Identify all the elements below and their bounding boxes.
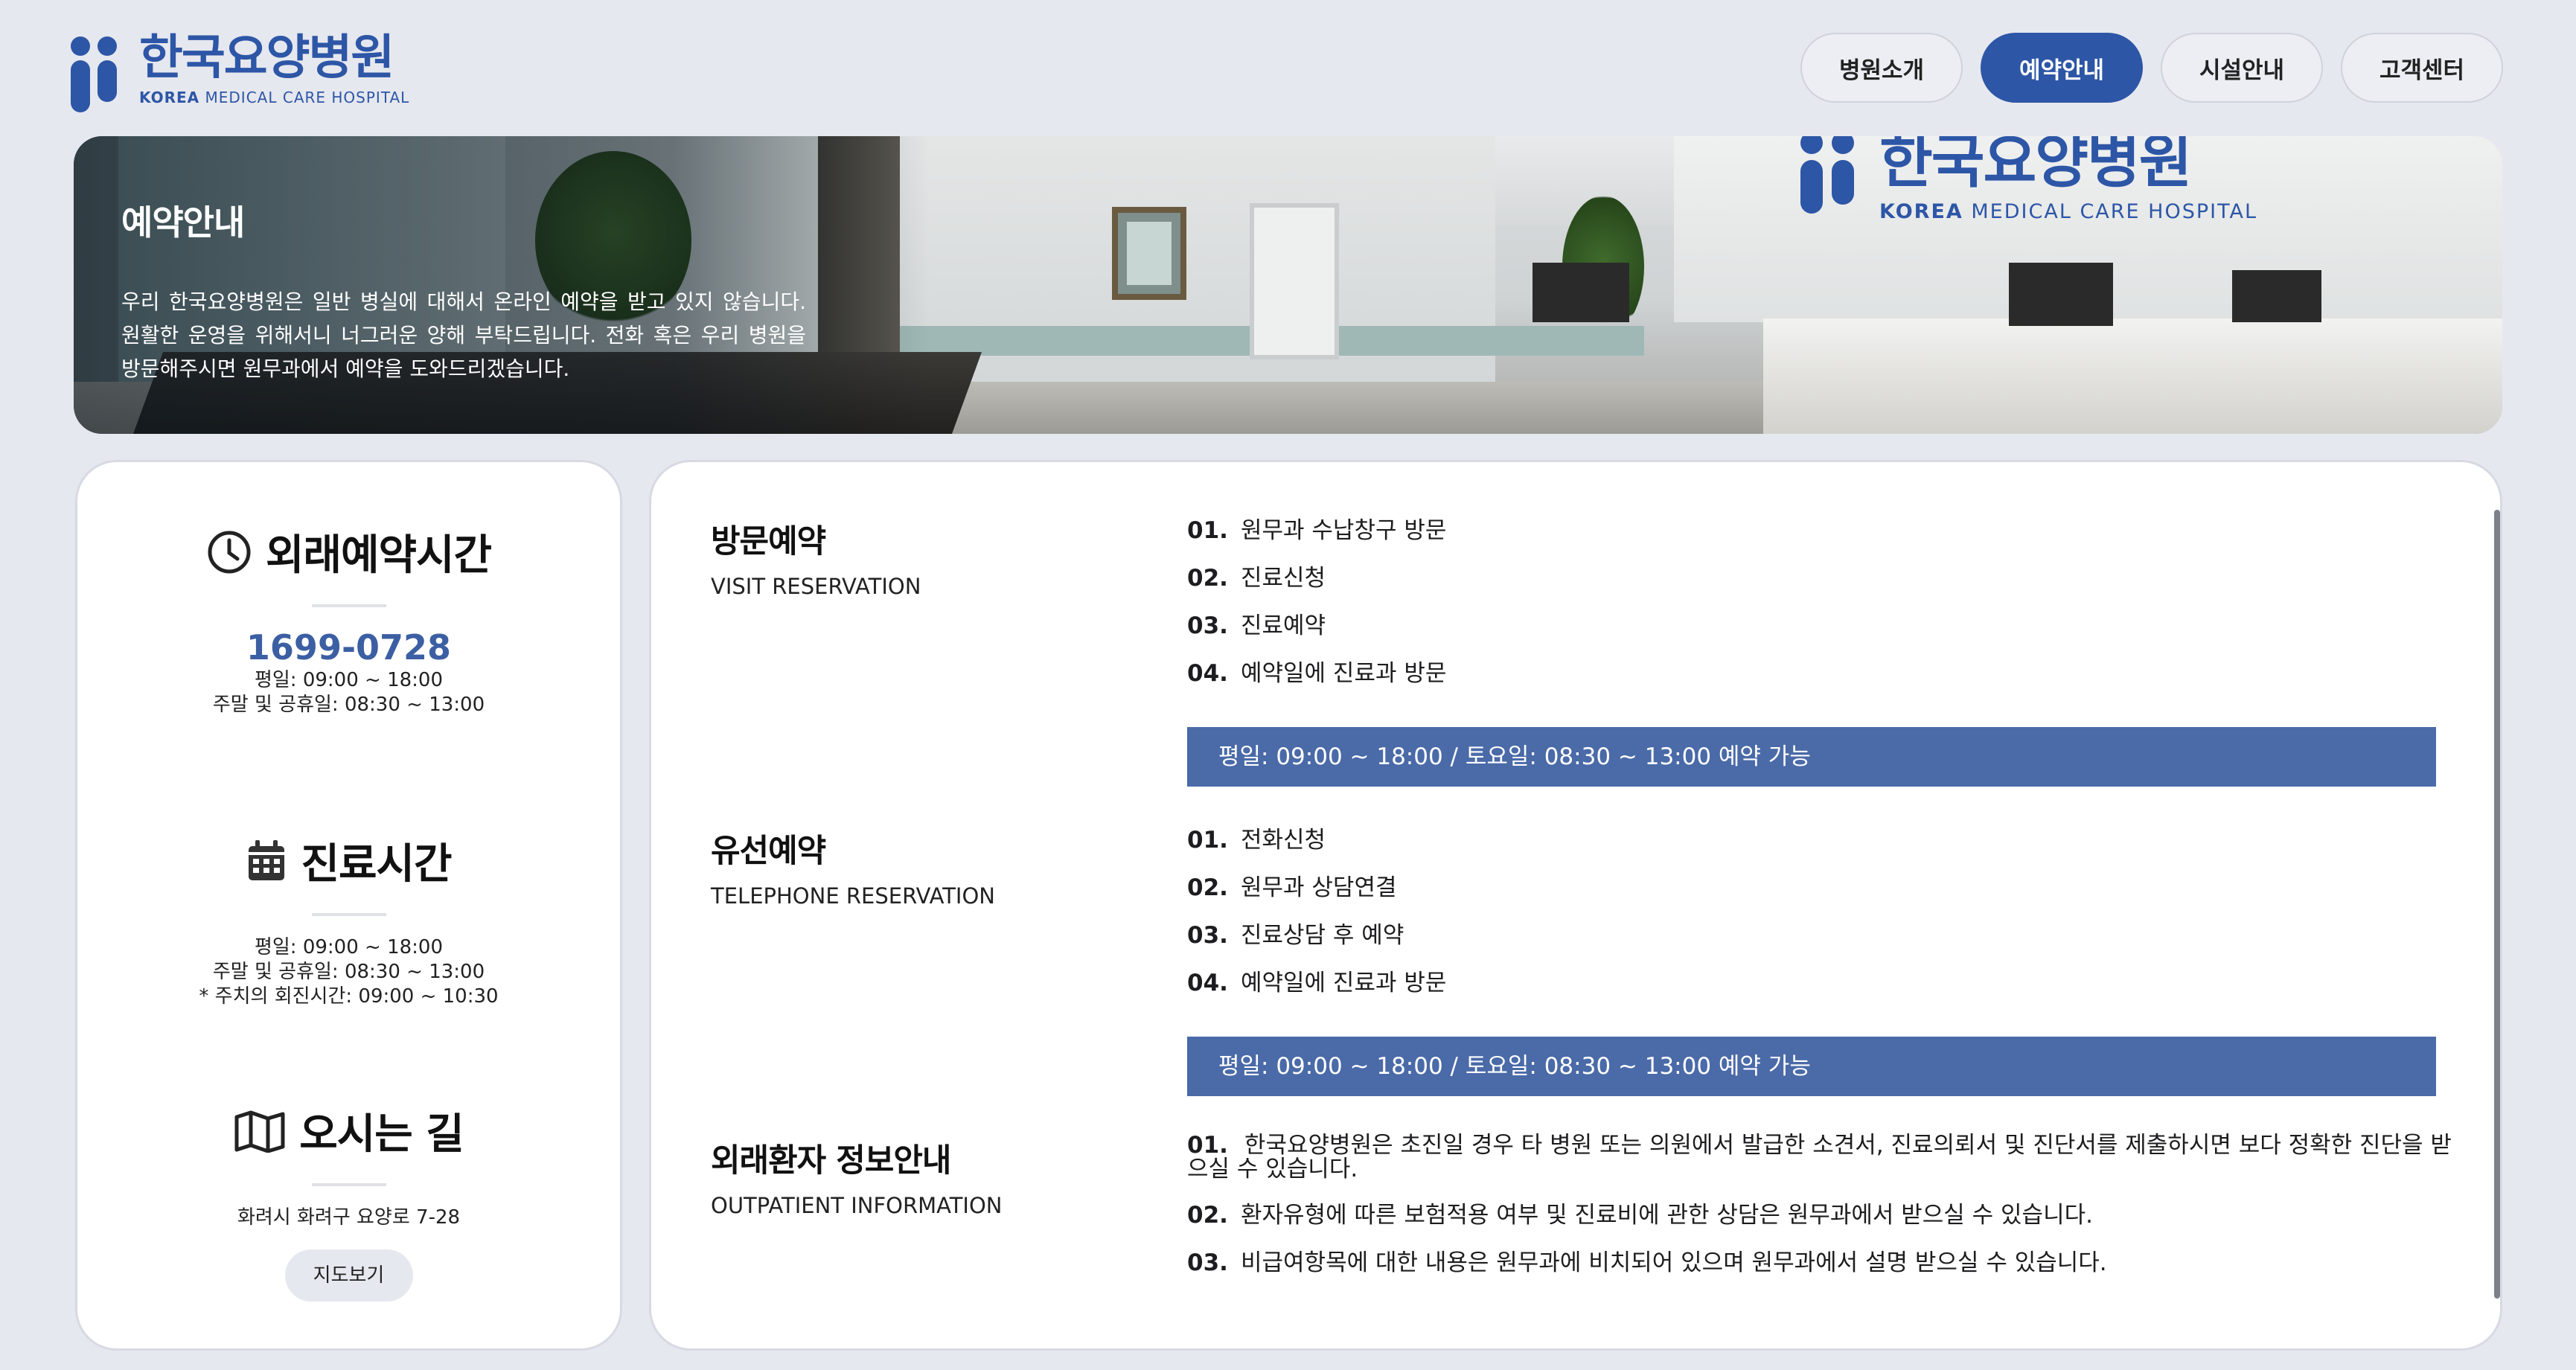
- list-item: 01. 원무과 수납창구 방문: [1187, 517, 1447, 544]
- directions-block: 오시는 길 화려시 화려구 요양로 7-28 지도보기: [77, 1101, 620, 1302]
- section-title: 외래환자 정보안내: [711, 1142, 951, 1179]
- step-list: 01. 원무과 수납창구 방문 02. 진료신청 03. 진료예약 04. 예약일에 진…: [1187, 517, 2452, 708]
- info-sidebar: 외래예약시간 1699-0728 평일: 09:00 ~ 18:00 주말 및 …: [75, 460, 622, 1351]
- list-item: 02. 환자유형에 따른 보험적용 여부 및 진료비에 관한 상담은 원무과에서 …: [1187, 1202, 2093, 1229]
- calendar-icon: [246, 839, 287, 883]
- hours-weekday: 평일: 09:00 ~ 18:00: [254, 669, 444, 691]
- banner-description: 우리 한국요양병원은 일반 병실에 대해서 온라인 예약을 받고 있지 않습니다…: [121, 289, 806, 381]
- clock-icon: [206, 529, 252, 575]
- availability-note: 평일: 09:00 ~ 18:00 / 토요일: 08:30 ~ 13:00 예…: [1187, 1037, 2436, 1096]
- info-list: 01. 한국요양병원은 초진일 경우 타 병원 또는 의원에서 발급한 소견서, …: [1187, 1133, 2452, 1297]
- view-map-button[interactable]: 지도보기: [284, 1249, 413, 1302]
- directions-title: 오시는 길: [299, 1110, 464, 1159]
- address: 화려시 화려구 요양로 7-28: [237, 1206, 461, 1229]
- banner-logo-mark-icon: [1800, 136, 1860, 214]
- list-item: 02. 원무과 상담연결: [1187, 874, 1397, 901]
- list-item: 03. 진료상담 후 예약: [1187, 922, 1404, 949]
- main-nav: 병원소개 예약안내 시설안내 고객센터: [1800, 33, 2503, 103]
- list-item: 04. 예약일에 진료과 방문: [1187, 970, 1447, 996]
- list-item: 01. 한국요양병원은 초진일 경우 타 병원 또는 의원에서 발급한 소견서, …: [1187, 1132, 2452, 1182]
- logo-name-en: KOREA MEDICAL CARE HOSPITAL: [139, 89, 410, 106]
- page-title: 예약안내: [121, 202, 245, 243]
- clinic-hours-weekend: 주말 및 공휴일: 08:30 ~ 13:00: [212, 961, 485, 983]
- outpatient-hours-block: 외래예약시간 1699-0728 평일: 09:00 ~ 18:00 주말 및 …: [77, 522, 620, 717]
- availability-note: 평일: 09:00 ~ 18:00 / 토요일: 08:30 ~ 13:00 예…: [1187, 727, 2436, 787]
- reservation-content: 방문예약 VISIT RESERVATION 01. 원무과 수납창구 방문 02…: [649, 460, 2502, 1351]
- clinic-hours-weekday: 평일: 09:00 ~ 18:00: [254, 936, 444, 958]
- nav-reservation[interactable]: 예약안내: [1981, 33, 2143, 103]
- clinic-hours-rounds: * 주치의 회진시간: 09:00 ~ 10:30: [199, 985, 499, 1008]
- hospital-logo[interactable]: 한국요양병원 KOREA MEDICAL CARE HOSPITAL: [71, 27, 410, 112]
- banner-logo-sign: 한국요양병원 KOREA MEDICAL CARE HOSPITAL: [1800, 136, 2257, 223]
- map-icon: [234, 1110, 286, 1153]
- scrollbar[interactable]: [2494, 510, 2500, 1299]
- list-item: 03. 진료예약: [1187, 612, 1326, 639]
- outpatient-hours-title: 외래예약시간: [265, 531, 492, 580]
- list-item: 01. 전화신청: [1187, 827, 1326, 854]
- section-subtitle: OUTPATIENT INFORMATION: [711, 1193, 1003, 1218]
- page: 한국요양병원 KOREA MEDICAL CARE HOSPITAL 병원소개 …: [0, 0, 2576, 1370]
- hours-weekend: 주말 및 공휴일: 08:30 ~ 13:00: [212, 694, 485, 716]
- nav-about[interactable]: 병원소개: [1800, 33, 1963, 103]
- divider: [311, 604, 386, 607]
- divider: [311, 1183, 386, 1186]
- logo-mark-icon: [71, 31, 123, 112]
- divider: [311, 913, 386, 916]
- clinic-hours-block: 진료시간 평일: 09:00 ~ 18:00 주말 및 공휴일: 08:30 ~…: [77, 830, 620, 1009]
- phone-number[interactable]: 1699-0728: [77, 627, 620, 668]
- list-item: 04. 예약일에 진료과 방문: [1187, 660, 1447, 687]
- section-subtitle: TELEPHONE RESERVATION: [711, 883, 995, 909]
- logo-name-ko: 한국요양병원: [139, 31, 394, 86]
- step-list: 01. 전화신청 02. 원무과 상담연결 03. 진료상담 후 예약 04. 예약일에…: [1187, 827, 2452, 1017]
- section-subtitle: VISIT RESERVATION: [711, 574, 921, 599]
- section-title: 방문예약: [711, 523, 826, 560]
- hero-banner: 한국요양병원 KOREA MEDICAL CARE HOSPITAL 예약안내 …: [74, 136, 2502, 434]
- nav-facilities[interactable]: 시설안내: [2161, 33, 2323, 103]
- list-item: 03. 비급여항목에 대한 내용은 원무과에 비치되어 있으며 원무과에서 설명 …: [1187, 1249, 2107, 1276]
- list-item: 02. 진료신청: [1187, 565, 1326, 592]
- nav-customer-center[interactable]: 고객센터: [2341, 33, 2503, 103]
- clinic-hours-title: 진료시간: [301, 840, 452, 889]
- section-title: 유선예약: [711, 833, 826, 870]
